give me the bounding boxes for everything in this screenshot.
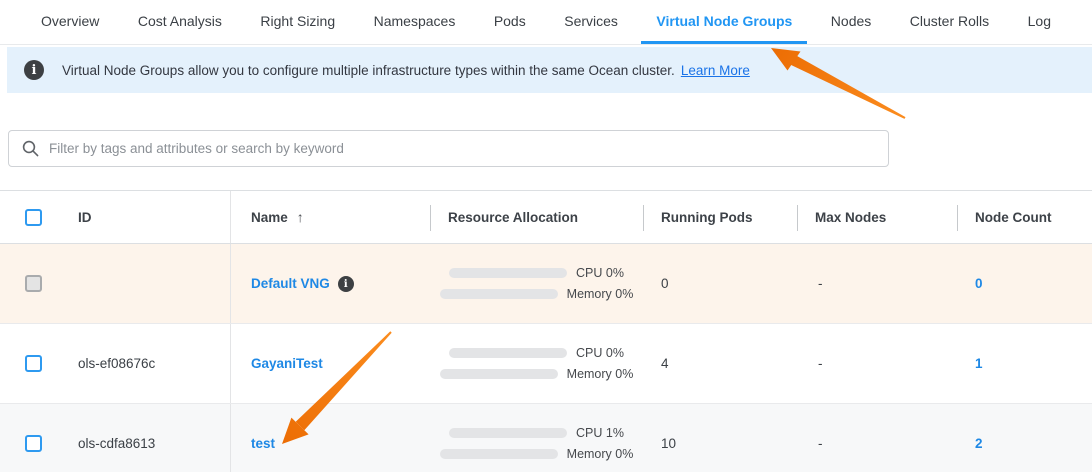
row-checkbox[interactable] [25,355,42,372]
running-pods-value: 10 [643,404,797,472]
resource-allocation-cell: CPU 0% Memory 0% [430,244,643,323]
row-id: ols-cdfa8613 [60,404,230,472]
resource-allocation-cell: CPU 1% Memory 0% [430,404,643,472]
max-nodes-value: - [797,324,957,403]
row-checkbox[interactable] [25,435,42,452]
tab-overview[interactable]: Overview [26,0,114,44]
vng-name-link[interactable]: test [251,436,275,451]
table-row-default-vng[interactable]: Default VNG i CPU 0% Memory 0% 0 - 0 [0,244,1092,324]
select-all-checkbox[interactable] [25,209,42,226]
tab-services[interactable]: Services [549,0,633,44]
column-header-running-pods[interactable]: Running Pods [643,191,797,243]
cpu-label: CPU 0% [576,266,624,280]
memory-progress-bar [440,369,558,379]
row-id: ols-ef08676c [60,324,230,403]
tab-namespaces[interactable]: Namespaces [359,0,471,44]
column-header-node-count[interactable]: Node Count [957,191,1092,243]
row-id [60,244,230,323]
table-header-row: ID Name ↑ Resource Allocation Running Po… [0,190,1092,244]
column-header-id[interactable]: ID [60,191,230,243]
cpu-label: CPU 1% [576,426,624,440]
memory-label: Memory 0% [567,447,634,461]
memory-progress-bar [440,289,558,299]
memory-label: Memory 0% [567,287,634,301]
info-icon[interactable]: i [338,276,354,292]
tab-log[interactable]: Log [1013,0,1066,44]
table-row-gayanitest[interactable]: ols-ef08676c GayaniTest CPU 0% Memory 0%… [0,324,1092,404]
memory-progress-bar [440,449,558,459]
vng-table: ID Name ↑ Resource Allocation Running Po… [0,190,1092,472]
cpu-progress-bar [449,268,567,278]
column-header-resource-allocation[interactable]: Resource Allocation [430,191,643,243]
search-input[interactable] [49,141,888,156]
tab-cost-analysis[interactable]: Cost Analysis [123,0,237,44]
cpu-progress-bar [449,428,567,438]
learn-more-link[interactable]: Learn More [681,63,750,78]
column-header-name[interactable]: Name ↑ [230,191,430,243]
filter-search-box [8,130,889,167]
tab-virtual-node-groups[interactable]: Virtual Node Groups [641,0,807,44]
vng-name-link[interactable]: GayaniTest [251,356,323,371]
info-icon: i [24,60,44,80]
cpu-label: CPU 0% [576,346,624,360]
sort-ascending-icon[interactable]: ↑ [297,209,304,225]
column-header-max-nodes[interactable]: Max Nodes [797,191,957,243]
running-pods-value: 0 [643,244,797,323]
vng-name-link[interactable]: Default VNG [251,276,330,291]
cluster-tab-bar: Overview Cost Analysis Right Sizing Name… [0,0,1092,45]
cpu-progress-bar [449,348,567,358]
resource-allocation-cell: CPU 0% Memory 0% [430,324,643,403]
node-count-link[interactable]: 1 [975,356,983,371]
max-nodes-value: - [797,404,957,472]
table-row-test[interactable]: ols-cdfa8613 test CPU 1% Memory 0% 10 - … [0,404,1092,472]
column-header-name-label: Name [251,210,288,225]
max-nodes-value: - [797,244,957,323]
banner-text: Virtual Node Groups allow you to configu… [62,63,675,78]
search-icon [22,140,39,157]
node-count-link[interactable]: 0 [975,276,983,291]
tab-right-sizing[interactable]: Right Sizing [245,0,350,44]
tab-nodes[interactable]: Nodes [816,0,886,44]
tab-pods[interactable]: Pods [479,0,541,44]
tab-cluster-rolls[interactable]: Cluster Rolls [895,0,1004,44]
node-count-link[interactable]: 2 [975,436,983,451]
row-checkbox-disabled [25,275,42,292]
running-pods-value: 4 [643,324,797,403]
memory-label: Memory 0% [567,367,634,381]
info-banner: i Virtual Node Groups allow you to confi… [7,47,1092,93]
